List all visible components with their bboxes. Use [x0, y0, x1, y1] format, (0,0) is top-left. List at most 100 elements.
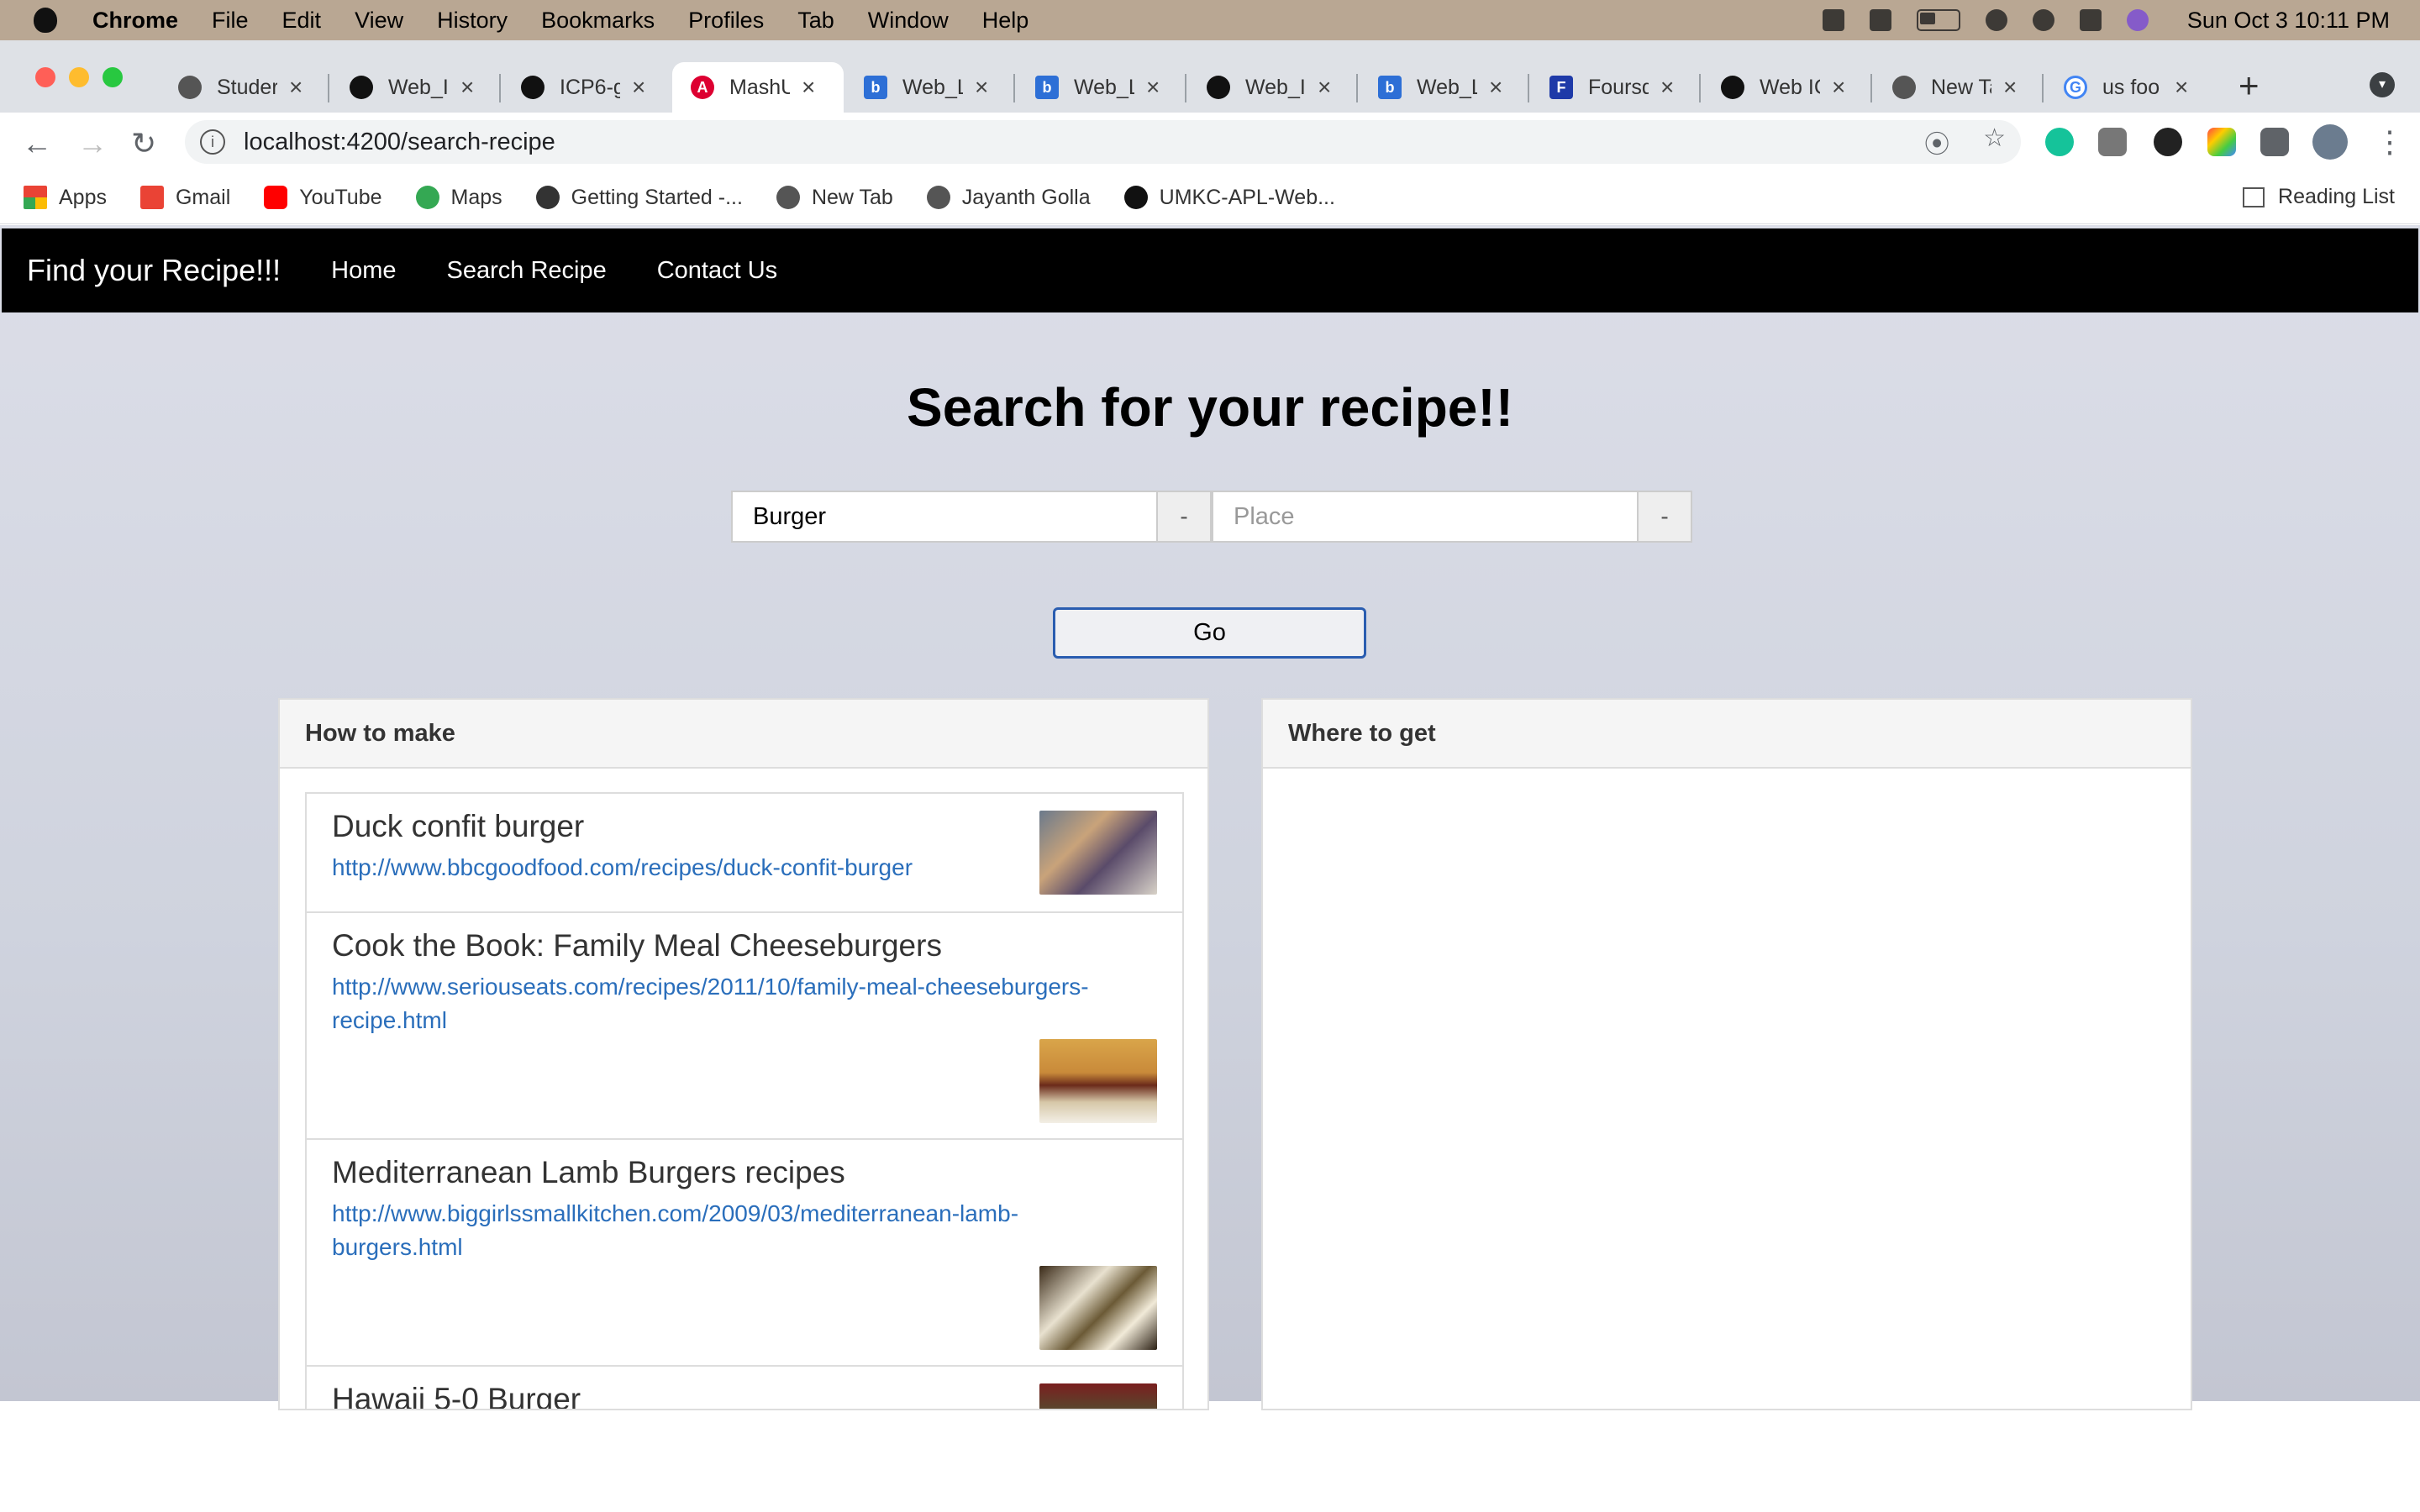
panel-header: How to make	[280, 700, 1207, 769]
chrome-menu-icon[interactable]: ⋮	[2375, 124, 2405, 160]
place-search-input[interactable]: Place	[1212, 491, 1639, 543]
tab-student[interactable]: Studer ×	[160, 62, 329, 113]
tab-close-icon[interactable]: ×	[1660, 74, 1674, 101]
back-arrow-icon[interactable]: ←	[22, 126, 52, 161]
tab-web-ic[interactable]: Web IC ×	[1702, 62, 1872, 113]
tab-close-icon[interactable]: ×	[1832, 74, 1845, 101]
app-brand[interactable]: Find your Recipe!!!	[27, 253, 281, 288]
list-item[interactable]: Duck confit burger http://www.bbcgoodfoo…	[305, 792, 1184, 913]
menu-tab[interactable]: Tab	[797, 8, 834, 34]
grammarly-extension-icon[interactable]	[2045, 128, 2074, 156]
menu-window[interactable]: Window	[868, 8, 949, 34]
bookmark-label: New Tab	[811, 185, 893, 209]
color-extension-icon[interactable]	[2207, 128, 2236, 156]
window-zoom-button[interactable]	[103, 67, 123, 87]
menu-edit[interactable]: Edit	[282, 8, 322, 34]
page-bottom-area	[0, 1403, 2420, 1512]
recipe-link[interactable]: http://www.bbcgoodfood.com/recipes/duck-…	[332, 851, 1130, 885]
tab-google-search[interactable]: G us foo ×	[2045, 62, 2215, 113]
tab-close-icon[interactable]: ×	[1318, 74, 1331, 101]
window-close-button[interactable]	[35, 67, 55, 87]
apple-icon[interactable]	[34, 8, 57, 33]
nav-home[interactable]: Home	[331, 257, 396, 285]
bluetooth-icon[interactable]	[1869, 9, 1891, 31]
recipe-link[interactable]: http://www.biggirlssmallkitchen.com/2009…	[332, 1197, 1130, 1264]
menu-help[interactable]: Help	[982, 8, 1029, 34]
tab-web-i-1[interactable]: Web_I ×	[331, 62, 501, 113]
wifi-icon[interactable]	[1985, 9, 2007, 31]
location-pin-icon[interactable]: ⦿	[1924, 123, 1949, 160]
siri-icon[interactable]	[2126, 9, 2149, 31]
nav-contact-us[interactable]: Contact Us	[657, 257, 777, 285]
menu-view[interactable]: View	[355, 8, 403, 34]
tab-close-icon[interactable]: ×	[460, 74, 474, 101]
address-url[interactable]: localhost:4200/search-recipe	[244, 129, 555, 156]
bookmark-apps[interactable]: Apps	[24, 186, 107, 210]
bookmark-jayanth-golla[interactable]: Jayanth Golla	[926, 186, 1091, 210]
menu-app[interactable]: Chrome	[92, 8, 178, 34]
new-tab-plus-icon[interactable]: +	[2238, 66, 2260, 106]
list-item[interactable]: Hawaii 5-0 Burger	[305, 1365, 1184, 1409]
spotlight-search-icon[interactable]	[2032, 9, 2054, 31]
bookmark-getting-started[interactable]: Getting Started -...	[535, 185, 743, 210]
tab-label: MashU	[729, 75, 790, 99]
box-icon: b	[864, 76, 887, 99]
recipe-link[interactable]: http://www.seriouseats.com/recipes/2011/…	[332, 970, 1130, 1037]
bookmark-maps[interactable]: Maps	[415, 186, 502, 210]
menu-history[interactable]: History	[437, 8, 508, 34]
location-icon[interactable]	[1822, 9, 1844, 31]
nav-search-recipe[interactable]: Search Recipe	[447, 257, 607, 285]
tab-close-icon[interactable]: ×	[289, 74, 302, 101]
bookmark-youtube[interactable]: YouTube	[264, 186, 382, 210]
tab-mashup-active[interactable]: A MashU ×	[672, 62, 844, 113]
chrome-icon	[1892, 76, 1916, 99]
analytics-extension-icon[interactable]	[2098, 128, 2127, 156]
tab-web-l-3[interactable]: b Web_L ×	[1360, 62, 1529, 113]
bookmark-star-icon[interactable]: ☆	[1983, 123, 2006, 160]
box-icon: b	[1378, 76, 1402, 99]
tab-close-icon[interactable]: ×	[2175, 74, 2188, 101]
tab-close-icon[interactable]: ×	[1146, 74, 1160, 101]
tab-web-l-1[interactable]: b Web_L ×	[845, 62, 1015, 113]
menu-profiles[interactable]: Profiles	[688, 8, 764, 34]
bookmark-gmail[interactable]: Gmail	[139, 186, 230, 210]
bookmark-new-tab[interactable]: New Tab	[776, 186, 893, 210]
tab-icp6[interactable]: ICP6-g ×	[502, 62, 672, 113]
control-center-icon[interactable]	[2079, 9, 2102, 31]
bookmark-umkc-apl-web[interactable]: UMKC-APL-Web...	[1123, 186, 1335, 210]
address-bar[interactable]: i localhost:4200/search-recipe ⦿ ☆	[185, 120, 2021, 164]
tab-label: Web IC	[1760, 75, 1820, 99]
extensions-puzzle-icon[interactable]	[2260, 128, 2289, 156]
battery-icon[interactable]	[1916, 9, 1960, 31]
tab-search-chevron-icon[interactable]: ▾	[2370, 72, 2395, 97]
list-item[interactable]: Cook the Book: Family Meal Cheeseburgers…	[305, 911, 1184, 1140]
menu-bookmarks[interactable]: Bookmarks	[541, 8, 655, 34]
go-button[interactable]: Go	[1053, 607, 1366, 659]
reading-list-icon	[2243, 186, 2265, 207]
forward-arrow-icon[interactable]: →	[77, 126, 108, 161]
reading-list-button[interactable]: Reading List	[2243, 185, 2395, 209]
tab-web-i-2[interactable]: Web_I ×	[1188, 62, 1358, 113]
reading-list-label: Reading List	[2278, 185, 2395, 208]
tab-close-icon[interactable]: ×	[802, 74, 815, 101]
place-input-placeholder: Place	[1234, 502, 1295, 530]
menu-file[interactable]: File	[212, 8, 249, 34]
profile-avatar[interactable]	[2312, 124, 2348, 160]
reload-icon[interactable]: ↻	[131, 126, 156, 161]
site-info-icon[interactable]: i	[200, 129, 225, 155]
window-minimize-button[interactable]	[69, 67, 89, 87]
tab-foursquare[interactable]: F Foursq ×	[1531, 62, 1701, 113]
tab-web-l-2[interactable]: b Web_L ×	[1017, 62, 1186, 113]
tab-close-icon[interactable]: ×	[2003, 74, 2017, 101]
bookmark-label: Getting Started -...	[571, 185, 743, 209]
tab-new-tab[interactable]: New Ta ×	[1874, 62, 2044, 113]
tab-close-icon[interactable]: ×	[1489, 74, 1502, 101]
tab-close-icon[interactable]: ×	[632, 74, 645, 101]
menubar-clock[interactable]: Sun Oct 3 10:11 PM	[2187, 8, 2390, 34]
sync-extension-icon[interactable]	[2154, 128, 2182, 156]
github-icon	[1207, 76, 1230, 99]
recipe-search-input[interactable]: Burger	[731, 491, 1158, 543]
list-item[interactable]: Mediterranean Lamb Burgers recipes http:…	[305, 1138, 1184, 1367]
tab-close-icon[interactable]: ×	[975, 74, 988, 101]
tab-label: New Ta	[1931, 75, 1991, 99]
